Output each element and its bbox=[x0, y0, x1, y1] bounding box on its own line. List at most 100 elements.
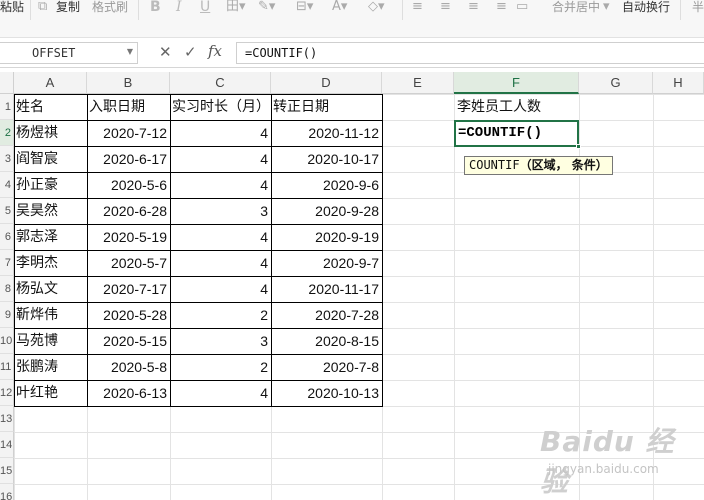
table-cell-hire-date[interactable]: 2020-7-17 bbox=[87, 276, 170, 302]
table-cell-name[interactable]: 孙正豪 bbox=[14, 172, 87, 198]
row-header[interactable]: 6 bbox=[0, 224, 14, 250]
table-cell-regular-date[interactable]: 2020-9-28 bbox=[271, 198, 382, 224]
close-icon[interactable]: ✕ bbox=[159, 43, 172, 61]
italic-icon[interactable]: I bbox=[176, 0, 182, 14]
table-cell-hire-date[interactable]: 2020-5-7 bbox=[87, 250, 170, 276]
align-right-icon[interactable]: ≡ bbox=[468, 0, 479, 14]
summary-label[interactable]: 李姓员工人数 bbox=[455, 94, 579, 120]
table-cell-hire-date[interactable]: 2020-7-12 bbox=[87, 120, 170, 146]
table-cell-regular-date[interactable]: 2020-9-6 bbox=[271, 172, 382, 198]
clear-icon[interactable]: ◇▾ bbox=[368, 0, 385, 14]
text-color-icon[interactable]: A▾ bbox=[332, 0, 347, 14]
active-cell-f2[interactable]: =COUNTIF() bbox=[454, 120, 579, 147]
merge-center-button[interactable]: 合并居中 bbox=[552, 0, 600, 14]
copy-button[interactable]: 复制 bbox=[56, 0, 80, 14]
row-header[interactable]: 1 bbox=[0, 94, 14, 120]
table-cell-regular-date[interactable]: 2020-9-7 bbox=[271, 250, 382, 276]
wrap-text-button[interactable]: 自动换行 bbox=[622, 0, 670, 14]
column-header-d[interactable]: D bbox=[271, 72, 382, 94]
table-cell-hire-date[interactable]: 2020-5-6 bbox=[87, 172, 170, 198]
table-header-cell[interactable]: 转正日期 bbox=[271, 94, 382, 120]
table-cell-months[interactable]: 2 bbox=[170, 302, 271, 328]
distribute-icon[interactable]: ▭ bbox=[516, 0, 528, 14]
row-header[interactable]: 9 bbox=[0, 302, 14, 328]
table-cell-name[interactable]: 阎智宸 bbox=[14, 146, 87, 172]
chevron-down-icon[interactable]: ▾ bbox=[603, 0, 610, 14]
row-header[interactable]: 11 bbox=[0, 354, 14, 380]
fill-handle[interactable] bbox=[576, 144, 581, 149]
table-cell-hire-date[interactable]: 2020-5-19 bbox=[87, 224, 170, 250]
table-cell-months[interactable]: 4 bbox=[170, 276, 271, 302]
table-header-cell[interactable]: 实习时长（月） bbox=[170, 94, 271, 120]
column-header-f[interactable]: F bbox=[454, 72, 579, 94]
table-cell-months[interactable]: 3 bbox=[170, 328, 271, 354]
table-cell-name[interactable]: 李明杰 bbox=[14, 250, 87, 276]
underline-icon[interactable]: U bbox=[200, 0, 210, 14]
table-cell-regular-date[interactable]: 2020-7-8 bbox=[271, 354, 382, 380]
table-cell-regular-date[interactable]: 2020-11-17 bbox=[271, 276, 382, 302]
format-painter-button[interactable]: 格式刷 bbox=[92, 0, 128, 14]
table-cell-months[interactable]: 4 bbox=[170, 146, 271, 172]
table-cell-hire-date[interactable]: 2020-6-28 bbox=[87, 198, 170, 224]
table-cell-hire-date[interactable]: 2020-6-17 bbox=[87, 146, 170, 172]
row-header[interactable]: 10 bbox=[0, 328, 14, 354]
column-header-b[interactable]: B bbox=[87, 72, 170, 94]
row-header[interactable]: 12 bbox=[0, 380, 14, 406]
table-cell-months[interactable]: 4 bbox=[170, 120, 271, 146]
table-cell-name[interactable]: 杨煜祺 bbox=[14, 120, 87, 146]
fx-icon[interactable]: fx bbox=[208, 42, 222, 60]
table-cell-months[interactable]: 4 bbox=[170, 250, 271, 276]
table-cell-hire-date[interactable]: 2020-5-8 bbox=[87, 354, 170, 380]
formula-input[interactable]: =COUNTIF() bbox=[236, 42, 704, 64]
row-header[interactable]: 7 bbox=[0, 250, 14, 276]
row-header[interactable]: 4 bbox=[0, 172, 14, 198]
chevron-down-icon[interactable]: ▼ bbox=[127, 47, 133, 56]
table-cell-hire-date[interactable]: 2020-6-13 bbox=[87, 380, 170, 406]
border-icon[interactable]: 田▾ bbox=[226, 0, 246, 14]
table-cell-hire-date[interactable]: 2020-5-28 bbox=[87, 302, 170, 328]
justify-icon[interactable]: ≡ bbox=[496, 0, 507, 14]
table-cell-regular-date[interactable]: 2020-8-15 bbox=[271, 328, 382, 354]
row-header[interactable]: 3 bbox=[0, 146, 14, 172]
table-cell-regular-date[interactable]: 2020-7-28 bbox=[271, 302, 382, 328]
table-cell-regular-date[interactable]: 2020-9-19 bbox=[271, 224, 382, 250]
row-header[interactable]: 15 bbox=[0, 458, 14, 484]
select-all-corner[interactable] bbox=[0, 72, 14, 94]
table-cell-name[interactable]: 郭志泽 bbox=[14, 224, 87, 250]
table-header-cell[interactable]: 入职日期 bbox=[87, 94, 170, 120]
column-header-g[interactable]: G bbox=[579, 72, 653, 94]
table-cell-months[interactable]: 4 bbox=[170, 224, 271, 250]
table-cell-months[interactable]: 3 bbox=[170, 198, 271, 224]
column-header-c[interactable]: C bbox=[170, 72, 271, 94]
paste-button[interactable]: 粘贴 bbox=[0, 0, 24, 14]
row-header[interactable]: 5 bbox=[0, 198, 14, 224]
table-cell-hire-date[interactable]: 2020-5-15 bbox=[87, 328, 170, 354]
font-color-icon[interactable]: ⊟▾ bbox=[296, 0, 313, 14]
table-cell-name[interactable]: 吴昊然 bbox=[14, 198, 87, 224]
column-header-a[interactable]: A bbox=[14, 72, 87, 94]
row-header[interactable]: 13 bbox=[0, 406, 14, 432]
table-cell-name[interactable]: 叶红艳 bbox=[14, 380, 87, 406]
row-header[interactable]: 14 bbox=[0, 432, 14, 458]
table-cell-name[interactable]: 张鹏涛 bbox=[14, 354, 87, 380]
table-cell-regular-date[interactable]: 2020-11-12 bbox=[271, 120, 382, 146]
table-cell-name[interactable]: 杨弘文 bbox=[14, 276, 87, 302]
table-cell-regular-date[interactable]: 2020-10-17 bbox=[271, 146, 382, 172]
column-header-e[interactable]: E bbox=[382, 72, 454, 94]
name-box[interactable]: OFFSET ▼ bbox=[0, 42, 138, 64]
bold-icon[interactable]: B bbox=[150, 0, 161, 14]
copy-icon[interactable]: ⧉ bbox=[38, 0, 47, 14]
row-header[interactable]: 16 bbox=[0, 484, 14, 500]
table-cell-name[interactable]: 靳烨伟 bbox=[14, 302, 87, 328]
table-cell-months[interactable]: 2 bbox=[170, 354, 271, 380]
check-icon[interactable]: ✓ bbox=[184, 43, 197, 61]
align-left-icon[interactable]: ≡ bbox=[412, 0, 423, 14]
table-cell-months[interactable]: 4 bbox=[170, 172, 271, 198]
table-cell-regular-date[interactable]: 2020-10-13 bbox=[271, 380, 382, 406]
table-cell-name[interactable]: 马苑博 bbox=[14, 328, 87, 354]
table-header-cell[interactable]: 姓名 bbox=[14, 94, 87, 120]
row-header[interactable]: 2 bbox=[0, 120, 14, 146]
table-cell-months[interactable]: 4 bbox=[170, 380, 271, 406]
column-header-h[interactable]: H bbox=[653, 72, 704, 94]
fill-color-icon[interactable]: ✎▾ bbox=[258, 0, 275, 14]
